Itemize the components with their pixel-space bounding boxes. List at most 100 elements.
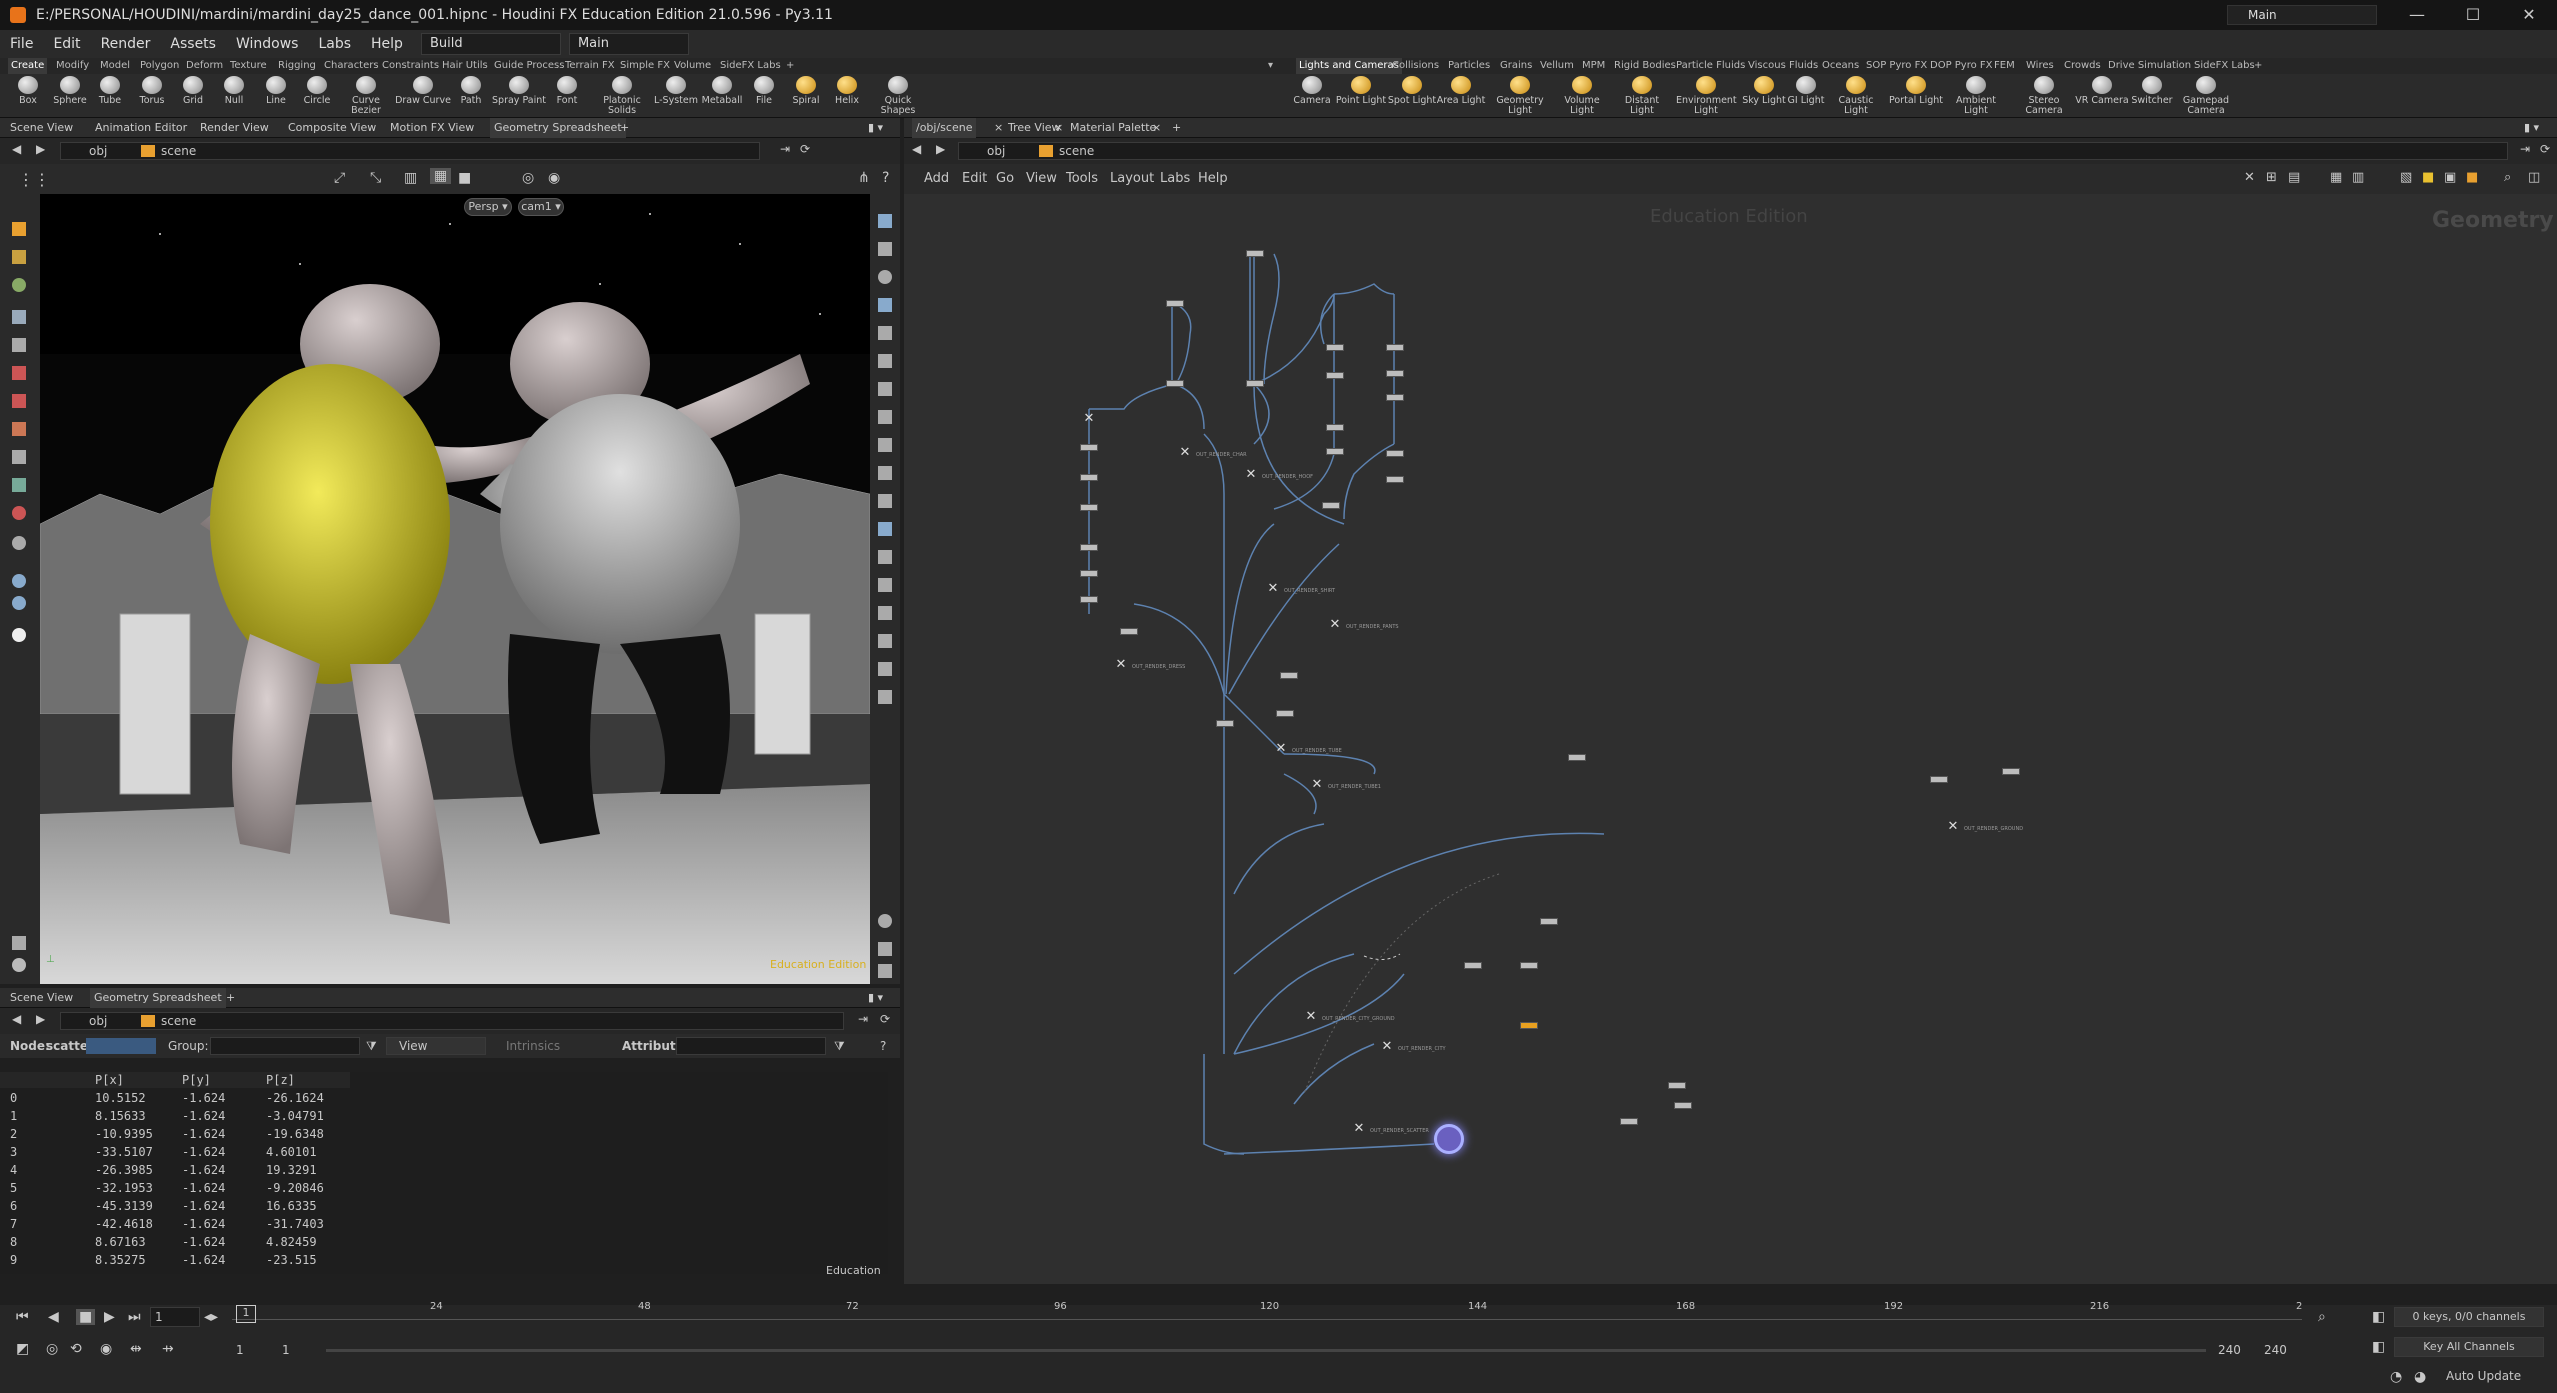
path-obj[interactable]: obj [89, 144, 107, 158]
tool-stereo-camera[interactable]: Stereo Camera [2014, 76, 2074, 116]
camera-dolly-icon[interactable]: ⤡ [370, 170, 381, 186]
col-py[interactable]: P[y] [182, 1073, 211, 1087]
out-render-hoof-icon[interactable]: ✕ [1244, 468, 1258, 482]
back-arrow-icon[interactable]: ◀ [12, 142, 21, 156]
handle-tool-icon[interactable] [12, 338, 26, 352]
out-render-tube1-icon[interactable]: ✕ [1310, 778, 1324, 792]
loop-icon[interactable]: ⟲ [70, 1341, 82, 1357]
network-menu-layout[interactable]: Layout [1110, 171, 1154, 186]
uv-icon[interactable] [878, 382, 892, 396]
shelf-tab-create[interactable]: Create [8, 58, 48, 74]
attr-filter-icon[interactable]: ⧩ [834, 1039, 845, 1054]
3d-viewport[interactable]: Persp ▾ cam1 ▾ Education Edition ⊥ [40, 194, 870, 984]
network-node[interactable] [1674, 1102, 1692, 1109]
out-render-dress-icon[interactable]: ✕ [1114, 658, 1128, 672]
normals-icon[interactable] [878, 354, 892, 368]
out-render-city-icon[interactable]: ✕ [1380, 1040, 1394, 1054]
network-node[interactable] [1280, 672, 1298, 679]
shelf-tab-oceans[interactable]: Oceans [1822, 58, 1859, 74]
tool-platonic-solids[interactable]: Platonic Solids [592, 76, 652, 116]
tab-composite-view[interactable]: Composite View [288, 118, 376, 138]
network-node[interactable] [1322, 502, 1340, 509]
shelf-tab-deform[interactable]: Deform [186, 58, 223, 74]
magnet-tool-icon[interactable] [12, 506, 26, 520]
camera-dropdown[interactable]: cam1 ▾ [518, 198, 564, 216]
step-key-icon[interactable]: ◂▸ [204, 1309, 218, 1325]
tool-font[interactable]: Font [537, 76, 597, 106]
camera-persp-icon[interactable] [878, 662, 892, 676]
shelf-tab-dop-pyro[interactable]: DOP Pyro FX [1930, 58, 1993, 74]
playhead[interactable]: 1 [236, 1305, 256, 1323]
shelf-tab-vellum[interactable]: Vellum [1540, 58, 1574, 74]
network-node[interactable] [1080, 474, 1098, 481]
main-desktop-dropdown[interactable]: Main [568, 33, 689, 55]
intrinsics-dropdown[interactable]: Intrinsics [506, 1039, 560, 1053]
view-tool-icon-2[interactable] [12, 536, 26, 550]
tab-material-palette[interactable]: Material Palette [1070, 118, 1156, 138]
filter-icon[interactable]: ⧩ [366, 1039, 377, 1054]
table-row[interactable]: 4 -26.3985 -1.624 19.3291 [0, 1162, 350, 1180]
template-icon[interactable] [878, 438, 892, 452]
color-palette-icon[interactable]: ■ [2466, 170, 2478, 185]
build-desktop-dropdown[interactable]: Build [420, 33, 561, 55]
spreadsheet-help-icon[interactable]: ? [880, 1039, 886, 1053]
attribute-class-icons[interactable] [86, 1038, 156, 1054]
keys-channels-field[interactable]: 0 keys, 0/0 channels [2394, 1307, 2544, 1327]
network-node[interactable] [1464, 962, 1482, 969]
notification-icon[interactable]: ◕ [2414, 1369, 2426, 1385]
viewport-help-icon[interactable]: ? [882, 170, 889, 186]
display-option-icon[interactable]: ▥ [404, 170, 417, 186]
wireframe-icon[interactable] [878, 298, 892, 312]
menu-help[interactable]: Help [361, 36, 413, 52]
tool-environment-light[interactable]: Environment Light [1676, 76, 1737, 116]
select-tool-icon[interactable] [12, 222, 26, 236]
tab-motion-fx-view[interactable]: Motion FX View [390, 118, 474, 138]
snapshot-icon[interactable]: ◉ [548, 170, 560, 186]
col-px[interactable]: P[x] [95, 1073, 124, 1087]
tool-switcher[interactable]: Switcher [2122, 76, 2182, 106]
light-tool-icon[interactable] [12, 422, 26, 436]
network-menu-tools[interactable]: Tools [1066, 171, 1098, 186]
tool-area-light[interactable]: Area Light [1431, 76, 1491, 106]
sticky-note-icon[interactable]: ▧ [2400, 170, 2412, 185]
menu-render[interactable]: Render [91, 36, 161, 52]
ghost-icon[interactable] [878, 410, 892, 424]
pin-lower-icon[interactable]: ⇥ [858, 1012, 868, 1026]
tool-volume-light[interactable]: Volume Light [1552, 76, 1612, 116]
close-tree-tab-icon[interactable]: × [1054, 118, 1063, 138]
network-menu-labs[interactable]: Labs [1160, 171, 1190, 186]
range-end-field[interactable]: 240 [2264, 1343, 2287, 1357]
scale-tool-icon[interactable] [12, 310, 26, 324]
shelf-tab-polygon[interactable]: Polygon [140, 58, 179, 74]
flip-book-icon[interactable] [878, 466, 892, 480]
tab-geometry-spreadsheet-lower[interactable]: Geometry Spreadsheet [90, 988, 226, 1008]
table-row[interactable]: 7 -42.4618 -1.624 -31.7403 [0, 1216, 350, 1234]
scope-icon[interactable]: ⇸ [162, 1341, 174, 1357]
shelf-tab-particle-fluids[interactable]: Particle Fluids [1676, 58, 1745, 74]
render-icon[interactable] [878, 964, 892, 978]
shelf-tab-model[interactable]: Model [100, 58, 130, 74]
tool-gamepad-camera[interactable]: Gamepad Camera [2176, 76, 2236, 116]
network-node[interactable] [1386, 450, 1404, 457]
tool-portal-light[interactable]: Portal Light [1886, 76, 1946, 106]
network-node[interactable] [1386, 476, 1404, 483]
out-render-scatter-icon[interactable]: ✕ [1352, 1122, 1366, 1136]
add-pane-tab-icon[interactable]: + [620, 118, 629, 138]
safe-area-icon[interactable] [878, 634, 892, 648]
out-render-ground-icon[interactable]: ✕ [1946, 820, 1960, 834]
network-menu-view[interactable]: View [1026, 171, 1057, 186]
shading-mode-icon[interactable]: ▦ [430, 168, 452, 184]
network-link-icon[interactable]: ⟳ [2540, 142, 2550, 156]
scene-camera-icon[interactable] [12, 574, 26, 588]
shelf-tab-sidefx-labs-right[interactable]: SideFX Labs [2194, 58, 2255, 74]
shelf-tab-guide-process[interactable]: Guide Process [494, 58, 564, 74]
tab-render-view[interactable]: Render View [200, 118, 269, 138]
jump-start-icon[interactable]: ⏮ [16, 1309, 29, 1325]
shelf-tab-fem[interactable]: FEM [1994, 58, 2015, 74]
snap-icon[interactable] [878, 690, 892, 704]
shelf-tab-grains[interactable]: Grains [1500, 58, 1532, 74]
shelf-tab-rigging[interactable]: Rigging [278, 58, 316, 74]
list-icon[interactable]: ▤ [2288, 170, 2300, 185]
render-output-node-icon[interactable] [1434, 1124, 1464, 1154]
rotate-tool-icon[interactable] [12, 278, 26, 292]
